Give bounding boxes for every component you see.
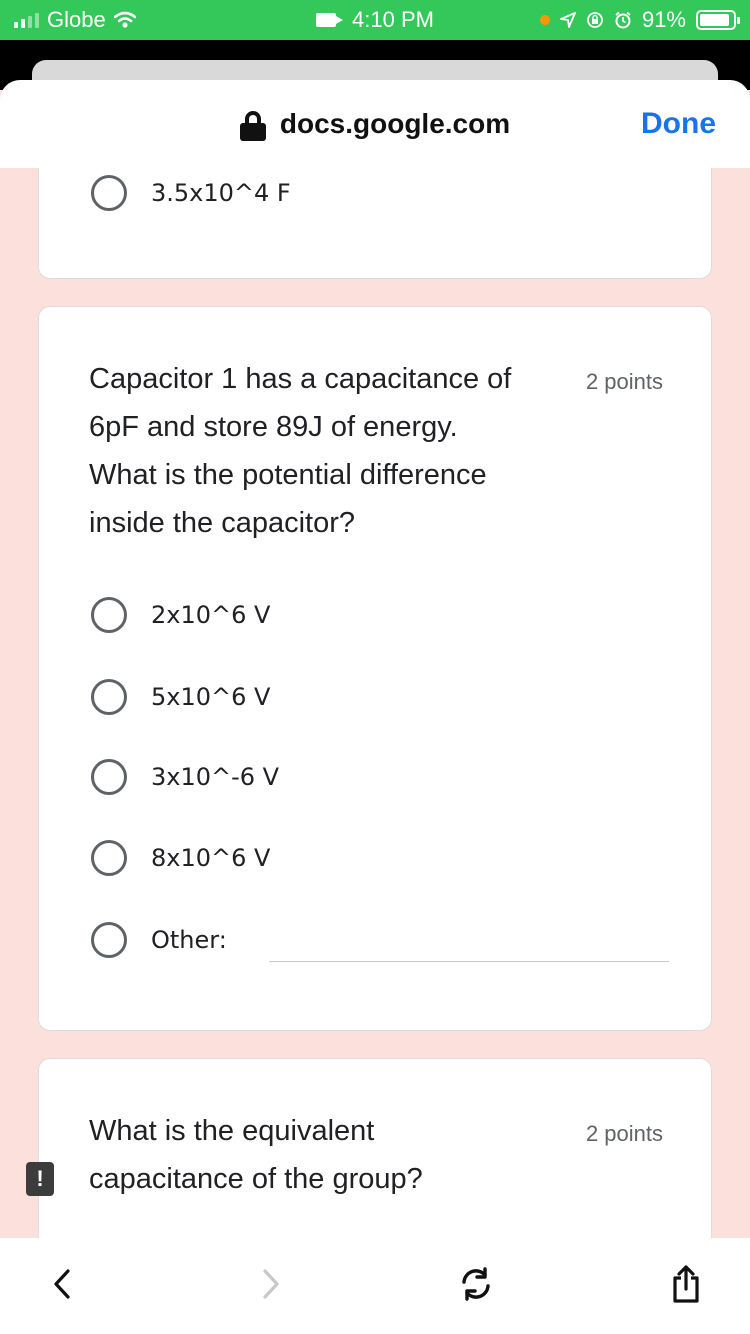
battery-icon	[696, 10, 740, 30]
option-label: 5x10^6 V	[151, 683, 271, 711]
refresh-icon	[462, 1267, 490, 1301]
option-label: 3.5x10^4 F	[151, 179, 291, 207]
share-button[interactable]	[658, 1256, 714, 1312]
points-label: 2 points	[585, 1121, 663, 1146]
previous-question-card: 3.5x10^4 F	[38, 168, 712, 279]
radio-option[interactable]: 3.5x10^4 F	[91, 175, 291, 211]
radio-button[interactable]	[91, 679, 127, 715]
url-text: docs.google.com	[279, 108, 511, 139]
status-right: 91%	[539, 0, 740, 40]
radio-button[interactable]	[91, 175, 127, 211]
radio-button[interactable]	[91, 597, 127, 633]
question-line: Capacitor 1 has a capacitance of	[89, 363, 512, 395]
battery-percent: 91%	[641, 7, 686, 32]
radio-button[interactable]	[91, 759, 127, 795]
question-text: Capacitor 1 has a capacitance of 6pF and…	[89, 355, 569, 547]
radio-option-1[interactable]: 2x10^6 V	[91, 597, 270, 633]
forward-button[interactable]	[243, 1256, 299, 1312]
chevron-right-icon	[263, 1269, 279, 1299]
chevron-left-icon	[54, 1269, 70, 1299]
back-button[interactable]	[34, 1256, 90, 1312]
option-label: 2x10^6 V	[151, 601, 271, 629]
status-bar: Globe 4:10 PM 91%	[0, 0, 750, 40]
question-line: 6pF and store 89J of energy.	[89, 411, 458, 443]
next-question-card: What is the equivalent capacitance of th…	[38, 1058, 712, 1238]
question-line: capacitance of the group?	[89, 1163, 423, 1195]
radio-option-3[interactable]: 3x10^-6 V	[91, 759, 279, 795]
option-label: 3x10^-6 V	[151, 763, 280, 791]
clock-label: 4:10 PM	[352, 7, 434, 32]
other-label: Other:	[151, 926, 227, 954]
radio-button[interactable]	[91, 922, 127, 958]
browser-header: docs.google.com Done	[0, 80, 750, 168]
warning-icon: !	[26, 1162, 54, 1196]
question-card: Capacitor 1 has a capacitance of 6pF and…	[38, 306, 712, 1031]
alarm-icon	[615, 11, 631, 29]
orange-dot-icon	[539, 15, 550, 25]
orientation-lock-icon	[587, 12, 603, 28]
address-bar[interactable]: docs.google.com	[0, 80, 750, 168]
camera-icon	[316, 13, 344, 27]
refresh-button[interactable]	[448, 1256, 504, 1312]
question-line: What is the equivalent	[89, 1115, 375, 1147]
question-line: inside the capacitor?	[89, 507, 355, 539]
battery-fill	[700, 14, 730, 26]
location-icon	[560, 12, 576, 28]
option-label: 8x10^6 V	[151, 844, 271, 872]
bottom-toolbar	[0, 1238, 750, 1334]
lock-icon	[239, 111, 266, 141]
radio-option-4[interactable]: 8x10^6 V	[91, 840, 270, 876]
radio-button[interactable]	[91, 840, 127, 876]
form-content[interactable]: 3.5x10^4 F Capacitor 1 has a capacitance…	[0, 168, 750, 1238]
radio-option-other[interactable]: Other:	[91, 922, 227, 958]
radio-option-2[interactable]: 5x10^6 V	[91, 679, 270, 715]
question-text: What is the equivalent capacitance of th…	[89, 1107, 569, 1203]
share-icon	[673, 1265, 699, 1303]
question-line: What is the potential difference	[89, 459, 487, 491]
other-text-input[interactable]	[269, 961, 669, 962]
done-button[interactable]: Done	[641, 80, 716, 168]
points-label: 2 points	[585, 369, 663, 394]
